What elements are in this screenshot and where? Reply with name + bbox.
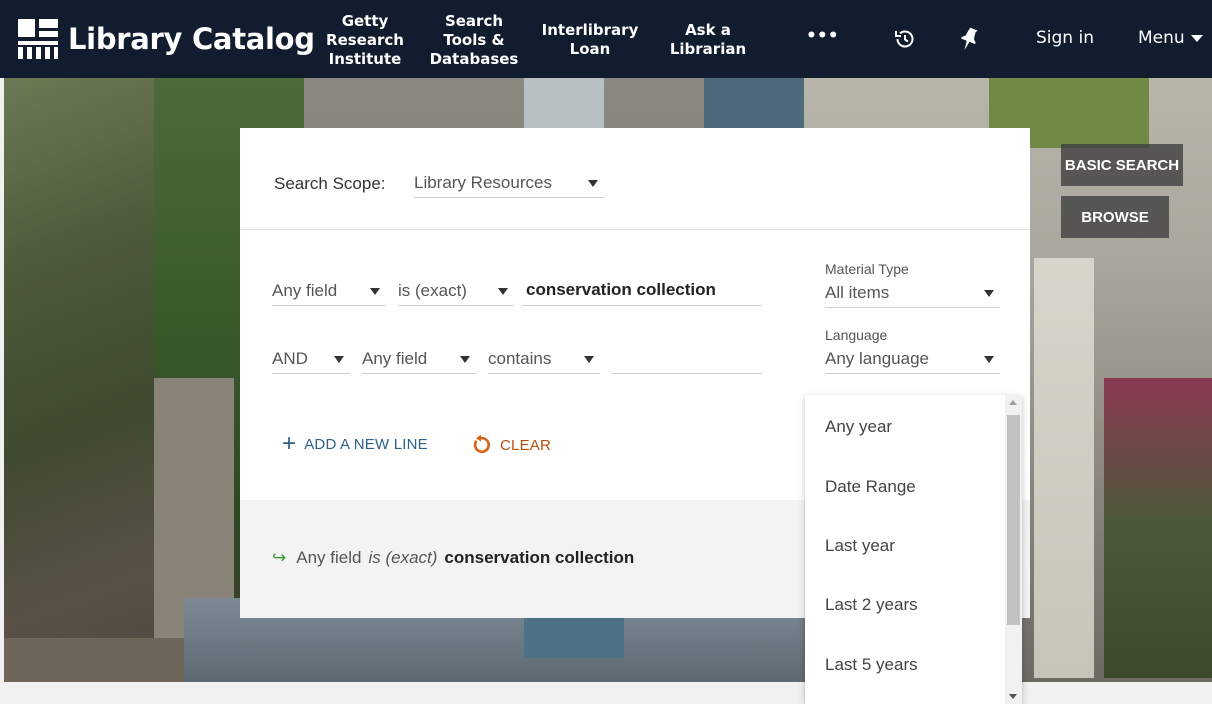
query-summary-line: ↪ Any field is (exact) conservation coll…	[272, 548, 634, 568]
chevron-down-icon	[1190, 34, 1203, 42]
chevron-down-icon	[334, 356, 344, 363]
reset-icon	[470, 434, 492, 456]
nav-link-text: Ask a	[685, 21, 731, 39]
material-type-label: Material Type	[825, 261, 909, 277]
search-scope-value: Library Resources	[414, 173, 552, 192]
history-icon[interactable]	[888, 22, 922, 56]
row2-boolean-select[interactable]: AND	[272, 344, 350, 374]
date-option-last-5-years[interactable]: Last 5 years	[825, 655, 918, 675]
row1-field-select[interactable]: Any field	[272, 276, 386, 306]
library-logo-icon	[18, 19, 58, 59]
pin-icon[interactable]	[952, 22, 986, 56]
chevron-down-icon	[498, 288, 508, 295]
search-scope-label: Search Scope:	[274, 174, 386, 193]
chevron-down-icon	[370, 288, 380, 295]
add-new-line-button[interactable]: + ADD A NEW LINE	[282, 430, 428, 457]
scroll-up-icon[interactable]	[1009, 400, 1017, 405]
search-scope-row: Search Scope: Library Resources	[240, 128, 1030, 230]
search-scope-select[interactable]: Library Resources	[414, 168, 604, 198]
row2-search-input[interactable]	[612, 342, 762, 374]
chevron-down-icon	[584, 356, 594, 363]
app-title: Library Catalog	[68, 22, 315, 56]
dropdown-scrollbar-thumb[interactable]	[1007, 415, 1020, 625]
row1-operator-value: is (exact)	[398, 281, 467, 300]
nav-link-text: Tools &	[443, 30, 505, 49]
nav-link-text: Librarian	[669, 40, 747, 58]
nav-link-text: Search	[444, 11, 504, 30]
row1-operator-select[interactable]: is (exact)	[398, 276, 514, 306]
brand-home-link[interactable]: Library Catalog	[18, 14, 315, 64]
row2-operator-select[interactable]: contains	[488, 344, 600, 374]
arrow-right-icon: ↪	[272, 548, 287, 567]
menu-label: Menu	[1138, 28, 1185, 48]
date-option-last-year[interactable]: Last year	[825, 536, 895, 556]
row2-field-value: Any field	[362, 349, 428, 368]
dropdown-scrollbar[interactable]	[1005, 395, 1022, 704]
chevron-down-icon	[460, 356, 470, 363]
row2-field-select[interactable]: Any field	[362, 344, 476, 374]
summary-field: Any field	[296, 548, 362, 567]
top-navbar: Library Catalog Getty Research Institute…	[0, 0, 1212, 78]
row2-operator-value: contains	[488, 349, 552, 368]
browse-button[interactable]: BROWSE	[1061, 196, 1169, 238]
chevron-down-icon	[984, 356, 994, 363]
sign-in-link[interactable]: Sign in	[1036, 28, 1094, 48]
menu-button[interactable]: Menu	[1138, 28, 1203, 48]
row1-field-value: Any field	[272, 281, 338, 300]
date-filter-dropdown[interactable]: Any year Date Range Last year Last 2 yea…	[805, 395, 1022, 704]
nav-link-text: Research	[326, 30, 404, 49]
language-value: Any language	[825, 349, 929, 368]
clear-button[interactable]: CLEAR	[470, 434, 551, 456]
scroll-down-icon[interactable]	[1009, 694, 1017, 699]
chevron-down-icon	[588, 180, 598, 187]
clear-label: CLEAR	[500, 436, 552, 454]
language-select[interactable]: Any language	[825, 344, 1000, 374]
date-option-last-2-years[interactable]: Last 2 years	[825, 595, 918, 615]
page-bottom-strip	[0, 682, 1212, 704]
nav-search-tools-databases[interactable]: Search Tools & Databases	[428, 8, 520, 72]
date-option-any-year[interactable]: Any year	[825, 417, 892, 437]
nav-ask-a-librarian[interactable]: Ask a Librarian	[660, 8, 756, 72]
nav-link-text: Interlibrary	[541, 21, 639, 39]
nav-getty-research-institute[interactable]: Getty Research Institute	[322, 8, 408, 72]
date-option-date-range[interactable]: Date Range	[825, 477, 916, 497]
row1-search-input[interactable]: conservation collection	[522, 274, 762, 306]
nav-interlibrary-loan[interactable]: Interlibrary Loan	[534, 8, 646, 72]
material-type-value: All items	[825, 283, 890, 302]
language-label: Language	[825, 327, 888, 343]
nav-link-text: Loan	[569, 40, 611, 58]
nav-link-text: Getty	[341, 11, 389, 30]
basic-search-button[interactable]: BASIC SEARCH	[1061, 144, 1183, 186]
chevron-down-icon	[984, 290, 994, 297]
row1-search-value: conservation collection	[526, 280, 716, 299]
row2-boolean-value: AND	[272, 349, 308, 368]
more-menu-button[interactable]: •••	[806, 26, 839, 46]
material-type-select[interactable]: All items	[825, 278, 1000, 308]
nav-link-text: Institute	[328, 49, 402, 68]
summary-value: conservation collection	[444, 548, 635, 567]
plus-icon: +	[282, 430, 297, 457]
add-new-line-label: ADD A NEW LINE	[304, 435, 428, 453]
nav-link-text: Databases	[429, 49, 519, 68]
summary-operator: is (exact)	[368, 548, 438, 567]
